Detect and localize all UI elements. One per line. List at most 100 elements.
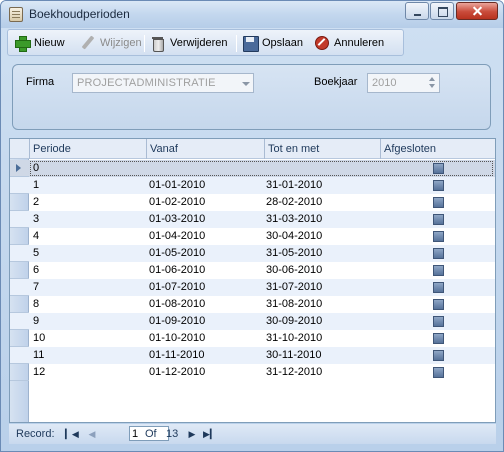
afgesloten-checkbox[interactable] — [433, 316, 444, 327]
spin-down-icon[interactable] — [429, 84, 435, 88]
afgesloten-checkbox[interactable] — [433, 333, 444, 344]
row-header[interactable] — [10, 364, 29, 381]
cancel-button-label: Annuleren — [334, 37, 385, 49]
afgesloten-checkbox[interactable] — [433, 248, 444, 259]
vanaf-cell[interactable]: 01-08-2010 — [149, 298, 205, 310]
periode-cell[interactable]: 8 — [33, 298, 39, 310]
vanaf-cell[interactable]: 01-06-2010 — [149, 264, 205, 276]
vanaf-cell[interactable]: 01-12-2010 — [149, 366, 205, 378]
periode-cell[interactable]: 7 — [33, 281, 39, 293]
periode-cell[interactable]: 4 — [33, 230, 39, 242]
periode-cell[interactable]: 12 — [33, 366, 45, 378]
vanaf-cell[interactable]: 01-10-2010 — [149, 332, 205, 344]
plus-icon — [14, 35, 31, 52]
vanaf-cell[interactable]: 01-09-2010 — [149, 315, 205, 327]
edit-button[interactable]: Wijzigen — [80, 34, 142, 52]
tot-en-met-cell[interactable]: 31-05-2010 — [266, 247, 322, 259]
afgesloten-checkbox[interactable] — [433, 299, 444, 310]
row-header[interactable] — [10, 347, 29, 364]
table-row[interactable]: 0 — [10, 160, 495, 177]
cancel-button[interactable]: Annuleren — [314, 34, 384, 52]
vanaf-cell[interactable]: 01-02-2010 — [149, 196, 205, 208]
table-row[interactable]: 8 01-08-2010 31-08-2010 — [10, 296, 495, 313]
table-row[interactable]: 4 01-04-2010 30-04-2010 — [10, 228, 495, 245]
column-header-afgesloten[interactable]: Afgesloten — [380, 139, 495, 159]
tot-en-met-cell[interactable]: 31-10-2010 — [266, 332, 322, 344]
vanaf-cell[interactable]: 01-01-2010 — [149, 179, 205, 191]
row-header[interactable] — [10, 279, 29, 296]
row-header[interactable] — [10, 228, 29, 245]
boekhoudperioden-window: Boekhoudperioden Nieuw Wijzigen Verwijde… — [0, 0, 504, 452]
tot-en-met-cell[interactable]: 31-01-2010 — [266, 179, 322, 191]
last-record-icon[interactable]: ▶▎ — [203, 429, 217, 439]
table-row[interactable]: 6 01-06-2010 30-06-2010 — [10, 262, 495, 279]
tot-en-met-cell[interactable]: 28-02-2010 — [266, 196, 322, 208]
tot-en-met-cell[interactable]: 31-08-2010 — [266, 298, 322, 310]
spin-up-icon[interactable] — [429, 77, 435, 81]
periode-cell[interactable]: 10 — [33, 332, 45, 344]
column-header-periode[interactable]: Periode — [29, 139, 146, 159]
table-row[interactable]: 3 01-03-2010 31-03-2010 — [10, 211, 495, 228]
tot-en-met-cell[interactable]: 30-09-2010 — [266, 315, 322, 327]
afgesloten-checkbox[interactable] — [433, 282, 444, 293]
periode-cell[interactable]: 2 — [33, 196, 39, 208]
row-header[interactable] — [10, 330, 29, 347]
row-header[interactable] — [10, 296, 29, 313]
maximize-icon[interactable] — [430, 2, 454, 20]
next-record-icon[interactable]: ▶ — [187, 429, 197, 439]
afgesloten-checkbox[interactable] — [433, 197, 444, 208]
periode-cell[interactable]: 3 — [33, 213, 39, 225]
vanaf-cell[interactable]: 01-04-2010 — [149, 230, 205, 242]
new-button[interactable]: Nieuw — [14, 34, 65, 52]
table-row[interactable]: 7 01-07-2010 31-07-2010 — [10, 279, 495, 296]
firma-select[interactable]: PROJECTADMINISTRATIE — [72, 73, 254, 93]
vanaf-cell[interactable]: 01-05-2010 — [149, 247, 205, 259]
table-row[interactable]: 10 01-10-2010 31-10-2010 — [10, 330, 495, 347]
periode-cell[interactable]: 5 — [33, 247, 39, 259]
afgesloten-checkbox[interactable] — [433, 180, 444, 191]
afgesloten-checkbox[interactable] — [433, 367, 444, 378]
column-header-tot-en-met[interactable]: Tot en met — [264, 139, 380, 159]
row-header[interactable] — [10, 160, 29, 177]
vanaf-cell[interactable]: 01-11-2010 — [149, 349, 204, 361]
first-record-icon[interactable]: ▎◀ — [65, 429, 79, 439]
table-row[interactable]: 2 01-02-2010 28-02-2010 — [10, 194, 495, 211]
table-row[interactable]: 1 01-01-2010 31-01-2010 — [10, 177, 495, 194]
row-header[interactable] — [10, 245, 29, 262]
row-header[interactable] — [10, 262, 29, 279]
vanaf-cell[interactable]: 01-03-2010 — [149, 213, 205, 225]
vanaf-cell[interactable]: 01-07-2010 — [149, 281, 205, 293]
row-header[interactable] — [10, 177, 29, 194]
tot-en-met-cell[interactable]: 30-06-2010 — [266, 264, 322, 276]
tot-en-met-cell[interactable]: 30-04-2010 — [266, 230, 322, 242]
afgesloten-checkbox[interactable] — [433, 265, 444, 276]
title-bar[interactable]: Boekhoudperioden — [1, 1, 503, 28]
periode-cell[interactable]: 6 — [33, 264, 39, 276]
afgesloten-checkbox[interactable] — [433, 214, 444, 225]
table-row[interactable]: 9 01-09-2010 30-09-2010 — [10, 313, 495, 330]
delete-button[interactable]: Verwijderen — [150, 34, 227, 52]
afgesloten-checkbox[interactable] — [433, 231, 444, 242]
tot-en-met-cell[interactable]: 31-07-2010 — [266, 281, 322, 293]
tot-en-met-cell[interactable]: 30-11-2010 — [266, 349, 321, 361]
minimize-icon[interactable] — [405, 2, 429, 20]
column-header-vanaf[interactable]: Vanaf — [146, 139, 264, 159]
periode-cell[interactable]: 11 — [33, 349, 44, 361]
boekjaar-spinner[interactable]: 2010 — [367, 73, 440, 93]
row-header[interactable] — [10, 194, 29, 211]
table-row[interactable]: 11 01-11-2010 30-11-2010 — [10, 347, 495, 364]
periods-grid: Periode Vanaf Tot en met Afgesloten 0 1 01… — [9, 138, 496, 423]
tot-en-met-cell[interactable]: 31-03-2010 — [266, 213, 322, 225]
save-button[interactable]: Opslaan — [242, 34, 303, 52]
afgesloten-checkbox[interactable] — [433, 350, 444, 361]
table-row[interactable]: 5 01-05-2010 31-05-2010 — [10, 245, 495, 262]
row-header[interactable] — [10, 211, 29, 228]
row-header[interactable] — [10, 313, 29, 330]
close-icon[interactable] — [456, 2, 498, 20]
periode-cell[interactable]: 1 — [33, 179, 39, 191]
table-row[interactable]: 12 01-12-2010 31-12-2010 — [10, 364, 495, 381]
new-button-label: Nieuw — [34, 37, 65, 49]
periode-cell[interactable]: 9 — [33, 315, 39, 327]
previous-record-icon[interactable]: ◀ — [87, 429, 97, 439]
tot-en-met-cell[interactable]: 31-12-2010 — [266, 366, 322, 378]
